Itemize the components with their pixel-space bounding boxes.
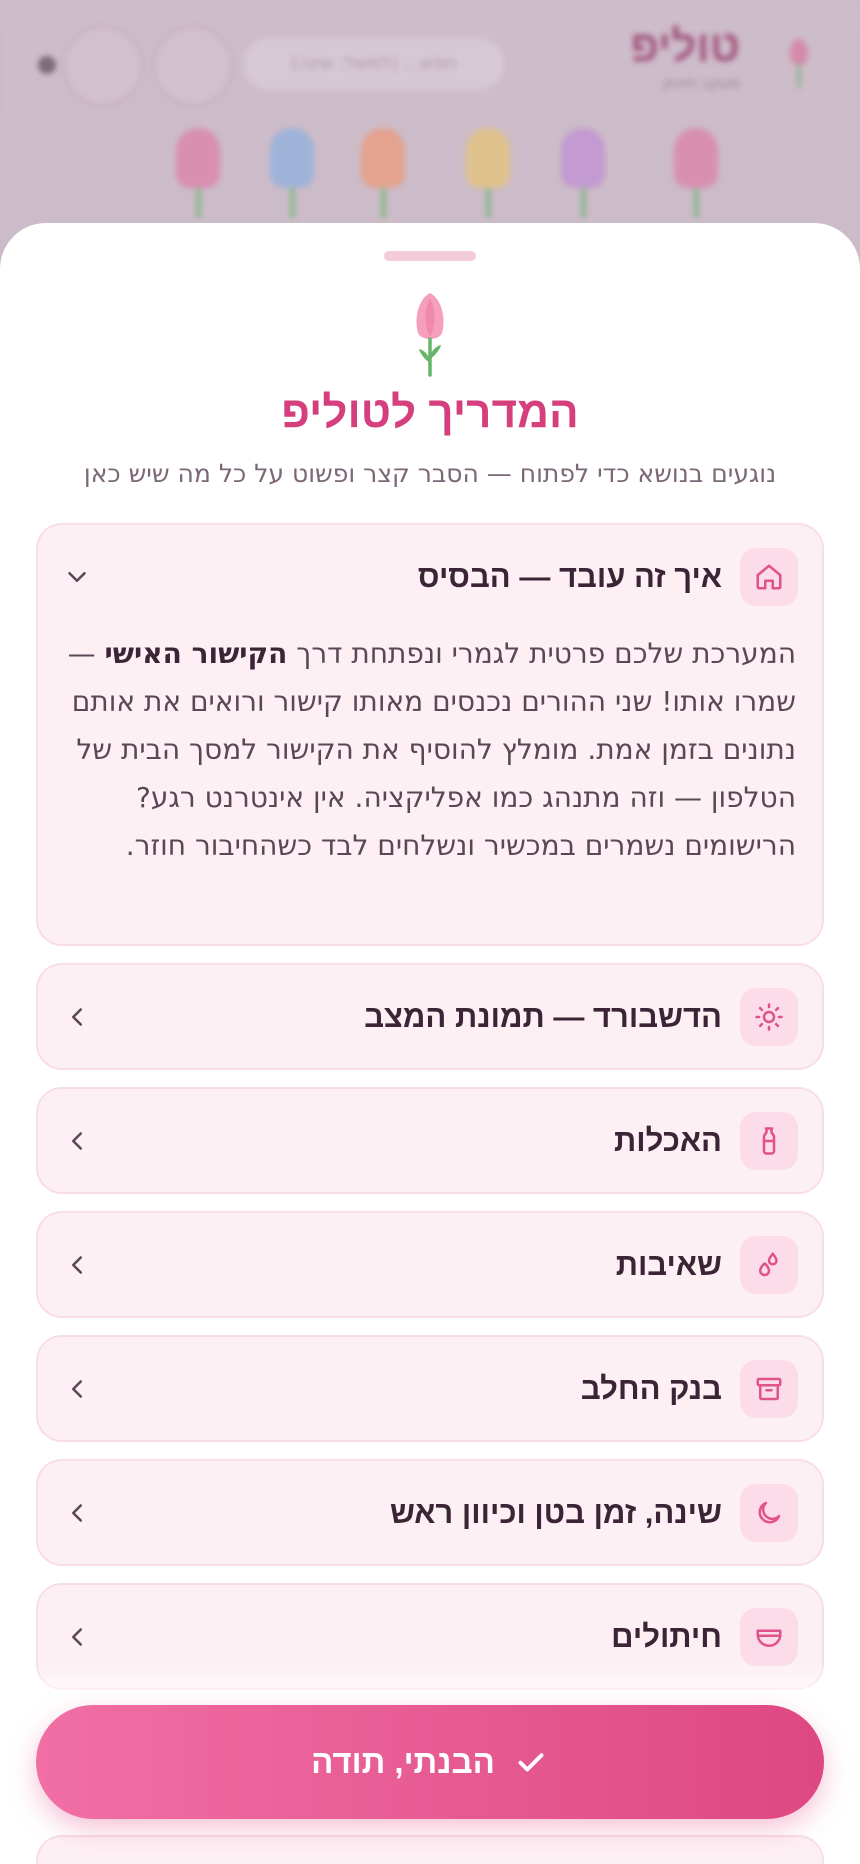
accordion-header[interactable]: הדשבורד — תמונת המצב — [38, 965, 822, 1069]
menu-dot[interactable] — [38, 56, 56, 74]
brand-name: טוליפ — [630, 22, 740, 71]
accordion-milk-bank[interactable]: בנק החלב — [36, 1335, 824, 1442]
tulip-orange — [361, 128, 405, 218]
sheet-subtitle: נוגעים בנושא כדי לפתוח — הסבר קצר ופשוט … — [83, 459, 777, 488]
accordion-dashboard[interactable]: הדשבורד — תמונת המצב — [36, 963, 824, 1070]
body-text-continued: — שמרו אותו! שני ההורים נכנסים מאותו קיש… — [67, 637, 796, 862]
sun-icon — [740, 988, 798, 1046]
brand-subtitle: מעקב תינוק — [662, 74, 740, 92]
accordion-title: איך זה עובד — הבסיס — [417, 559, 722, 594]
accordion-header[interactable]: איך זה עובד — הבסיס — [38, 525, 822, 629]
chevron-left-icon — [62, 1002, 92, 1032]
accordion-header[interactable]: האכלות — [38, 1089, 822, 1193]
got-it-button[interactable]: הבנתי, תודה — [36, 1705, 824, 1819]
chevron-down-icon — [62, 562, 92, 592]
accordion-title: שינה, זמן בטן וכיוון ראש — [389, 1495, 722, 1530]
droplets-icon — [740, 1236, 798, 1294]
chevron-left-icon — [62, 1498, 92, 1528]
tulip-icon — [416, 293, 444, 377]
sheet-title: המדריך לטוליפ — [281, 388, 579, 437]
archive-box-icon — [740, 1360, 798, 1418]
accordion-header[interactable]: שינה, זמן בטן וכיוון ראש — [38, 1461, 822, 1565]
bottle-icon — [740, 1112, 798, 1170]
drag-handle[interactable] — [384, 251, 476, 261]
chevron-left-icon — [62, 1250, 92, 1280]
tulip-purple — [561, 128, 605, 218]
accordion-next-peek — [36, 1835, 824, 1864]
tulip-yellow — [466, 128, 510, 218]
accordion-title: חיתולים — [611, 1619, 722, 1654]
tulip-row — [0, 128, 860, 228]
profile-button[interactable] — [63, 26, 143, 106]
accordion-title: האכלות — [614, 1123, 722, 1158]
accordion-sleep[interactable]: שינה, זמן בטן וכיוון ראש — [36, 1459, 824, 1566]
chevron-left-icon — [62, 1126, 92, 1156]
alert-button[interactable] — [153, 26, 233, 106]
got-it-label: הבנתי, תודה — [311, 1743, 495, 1780]
accordion-title: שאיבות — [615, 1247, 722, 1282]
check-icon — [518, 1753, 544, 1772]
body-text: המערכת שלכם פרטית לגמרי ונפתחת דרך — [287, 637, 796, 670]
accordion-header[interactable]: בנק החלב — [38, 1337, 822, 1441]
accordion-title: בנק החלב — [580, 1371, 722, 1406]
chevron-left-icon — [62, 1374, 92, 1404]
accordion-feedings[interactable]: האכלות — [36, 1087, 824, 1194]
diaper-icon — [740, 1608, 798, 1666]
chevron-left-icon — [62, 1622, 92, 1652]
tulip-blue — [270, 128, 314, 218]
logo-tulip-icon — [790, 38, 808, 88]
personal-link-emphasis: הקישור האישי — [104, 637, 288, 670]
accordion-pumping[interactable]: שאיבות — [36, 1211, 824, 1318]
tulip-pink — [674, 128, 718, 218]
guide-sheet: המדריך לטוליפ נוגעים בנושא כדי לפתוח — ה… — [0, 223, 860, 1864]
tulip-rose — [176, 128, 220, 218]
accordion-header[interactable]: שאיבות — [38, 1213, 822, 1317]
home-icon — [740, 548, 798, 606]
accordion-basics: איך זה עובד — הבסיס המערכת שלכם פרטית לג… — [36, 523, 824, 946]
brand: טוליפ מעקב תינוק — [630, 22, 740, 92]
moon-icon — [740, 1484, 798, 1542]
accordion-body: המערכת שלכם פרטית לגמרי ונפתחת דרך הקישו… — [64, 630, 796, 870]
search-input[interactable]: חפש... (למשל: שינה) — [244, 38, 504, 90]
accordion-title: הדשבורד — תמונת המצב — [364, 999, 722, 1034]
